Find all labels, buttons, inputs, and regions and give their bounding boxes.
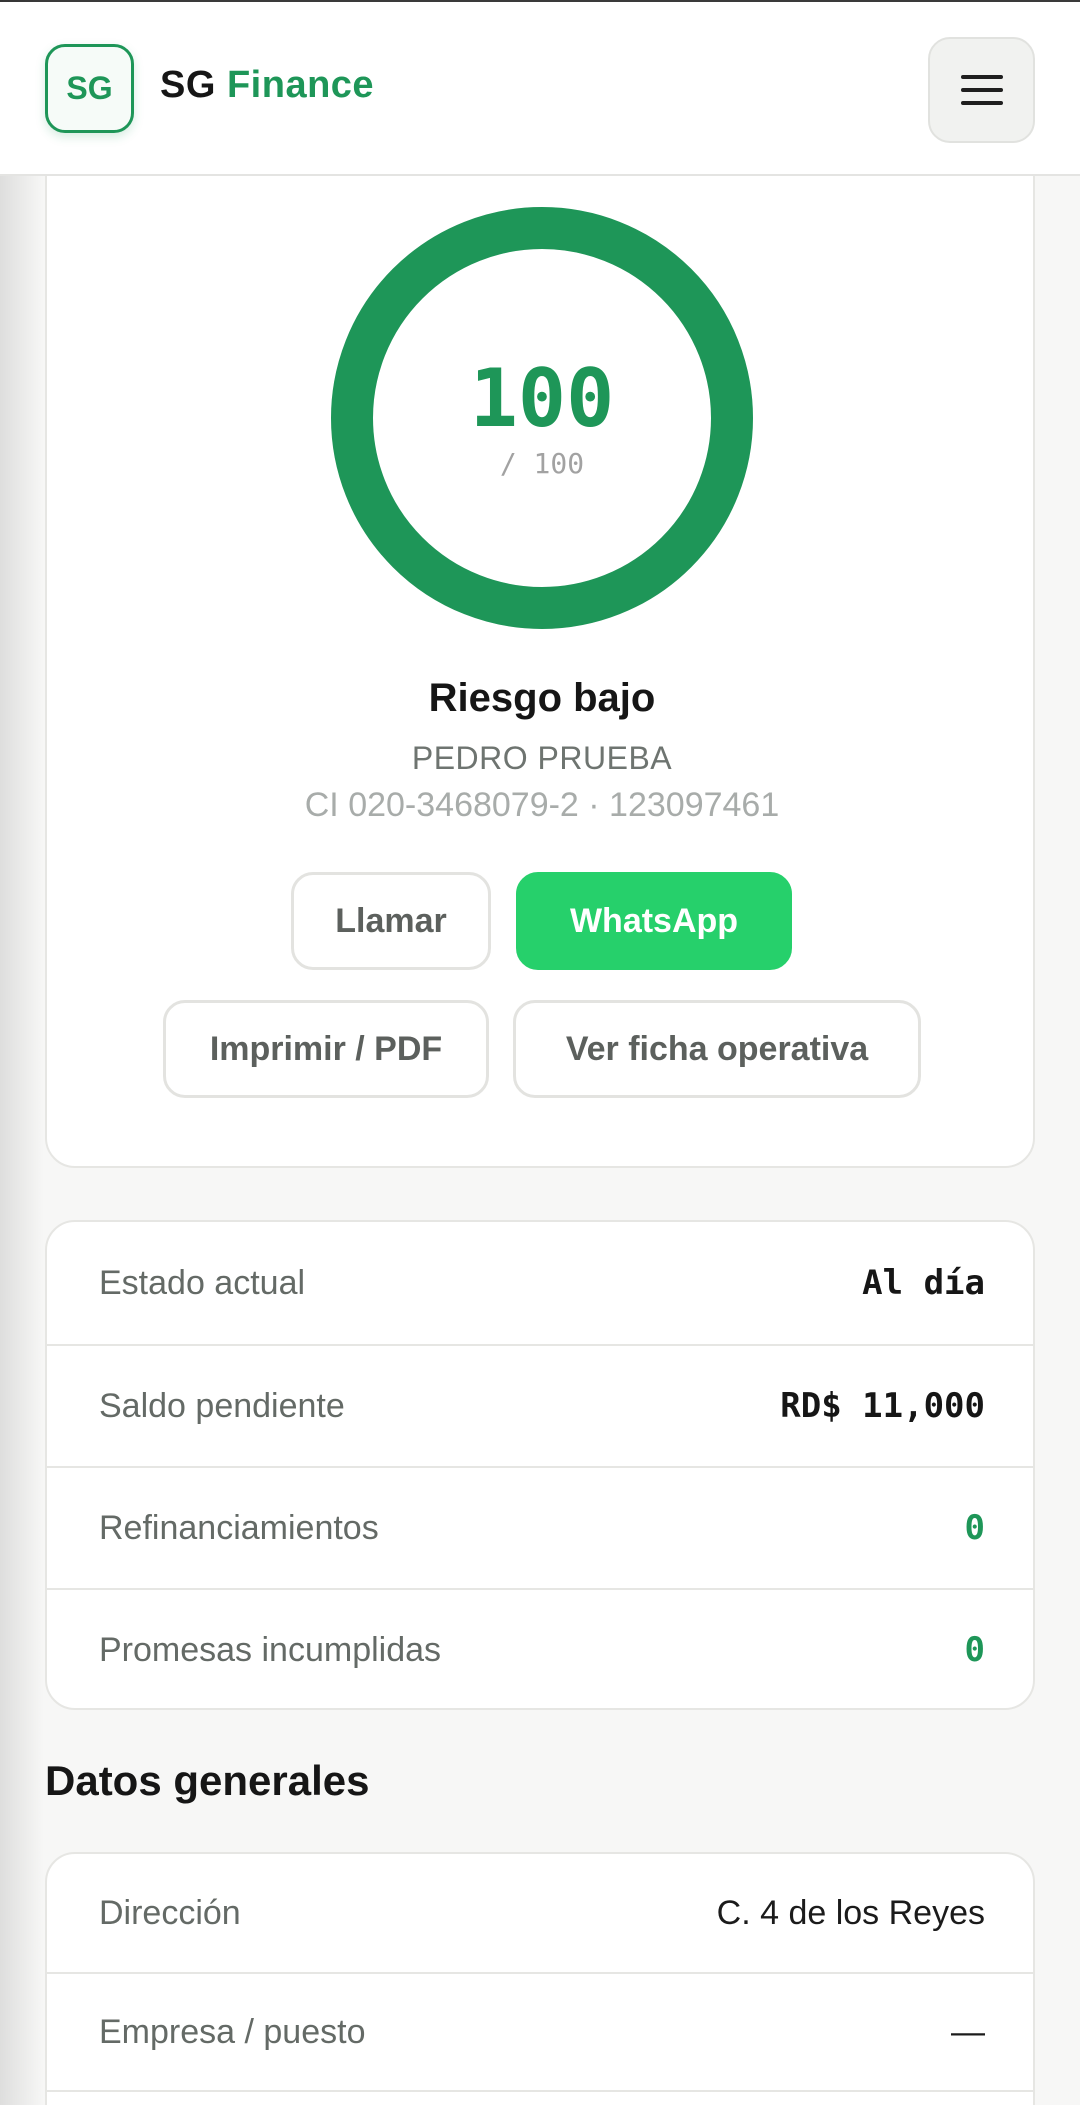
risk-level: Riesgo bajo — [428, 676, 656, 720]
score-value: 100 — [469, 352, 615, 445]
score-card: 100 / 100 Riesgo bajo PEDRO PRUEBA CI 02… — [45, 120, 1035, 1168]
general-value: — — [951, 2012, 985, 2051]
general-value: C. 4 de los Reyes — [716, 1893, 985, 1932]
stat-label: Refinanciamientos — [99, 1508, 379, 1547]
print-pdf-button[interactable]: Imprimir / PDF — [163, 1000, 489, 1098]
stat-value: Al día — [862, 1263, 985, 1303]
general-label: Empresa / puesto — [99, 2012, 366, 2051]
general-row-company: Empresa / puesto — — [47, 1972, 1033, 2090]
app-header: SG SG Finance — [0, 2, 1080, 176]
brand-name[interactable]: SG Finance — [160, 64, 374, 107]
client-id: CI 020-3468079-2 · 123097461 — [304, 786, 780, 824]
section-title-general: Datos generales — [45, 1757, 370, 1804]
general-label: Dirección — [99, 1893, 241, 1932]
brand-part-sg: SG — [160, 64, 216, 106]
call-button[interactable]: Llamar — [291, 872, 491, 970]
stat-row-refinancing: Refinanciamientos 0 — [47, 1466, 1033, 1588]
menu-button[interactable] — [928, 37, 1035, 143]
hamburger-menu-icon-bar — [960, 88, 1003, 92]
view-operational-sheet-button[interactable]: Ver ficha operativa — [513, 1000, 921, 1098]
stat-row-balance: Saldo pendiente RD$ 11,000 — [47, 1344, 1033, 1466]
stats-card: Estado actual Al día Saldo pendiente RD$… — [45, 1220, 1035, 1710]
stat-label: Estado actual — [99, 1263, 306, 1302]
general-row-address: Dirección C. 4 de los Reyes — [47, 1854, 1033, 1972]
stat-value: 0 — [964, 1508, 985, 1548]
client-name: PEDRO PRUEBA — [411, 740, 673, 776]
stat-value: RD$ 11,000 — [780, 1386, 985, 1426]
logo-text: SG — [66, 70, 113, 106]
hamburger-menu-icon — [960, 75, 1003, 79]
stat-row-broken-promises: Promesas incumplidas 0 — [47, 1588, 1033, 1708]
drawer-edge-shadow — [0, 0, 44, 2105]
stat-label: Saldo pendiente — [99, 1386, 345, 1425]
general-data-card: Dirección C. 4 de los Reyes Empresa / pu… — [45, 1852, 1035, 2105]
stat-label: Promesas incumplidas — [99, 1630, 442, 1669]
whatsapp-button[interactable]: WhatsApp — [516, 872, 792, 970]
general-row-next — [47, 2090, 1033, 2105]
stat-value: 0 — [964, 1630, 985, 1670]
brand-part-finance: Finance — [226, 64, 375, 106]
hamburger-menu-icon-bar — [960, 101, 1003, 105]
stat-row-status: Estado actual Al día — [47, 1222, 1033, 1344]
logo-badge[interactable]: SG — [45, 44, 134, 133]
score-max: / 100 — [499, 447, 585, 480]
